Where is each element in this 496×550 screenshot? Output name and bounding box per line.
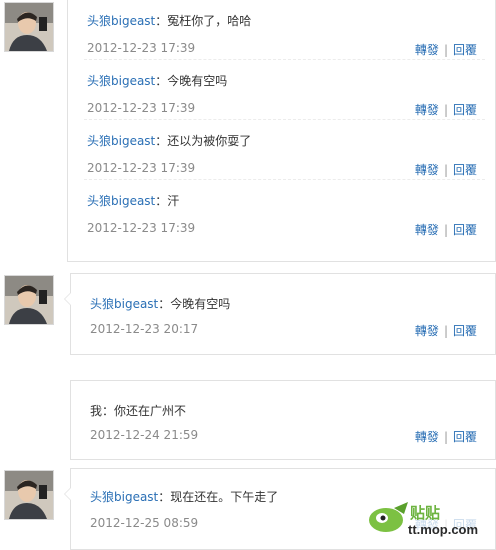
separator: | [443,324,448,338]
separator: | [443,43,448,57]
username-link[interactable]: 头狼bigeast [87,14,155,28]
message-meta: 2012-12-23 17:39 轉發 | 回覆 [87,41,483,57]
self-name: 我 [90,404,103,418]
reply-link[interactable]: 回覆 [453,43,477,57]
message-text: 汗 [167,194,180,208]
message-meta: 2012-12-23 20:17 轉發 | 回覆 [90,322,483,338]
forward-link[interactable]: 轉發 [415,43,439,57]
message-meta: 2012-12-23 17:39 轉發 | 回覆 [87,221,483,237]
avatar[interactable] [4,2,54,52]
watermark-logo-icon: 贴贴 tt.mop.com [369,502,478,537]
colon: ： [155,134,168,148]
timestamp: 2012-12-23 17:39 [87,101,196,115]
reply-link[interactable]: 回覆 [453,103,477,117]
message-entry: 头狼bigeast：今晚有空吗 2012-12-23 17:39 轉發 | 回覆 [68,60,495,120]
separator: | [443,430,448,444]
message-line: 我：你还在广州不 [90,402,186,419]
username-link[interactable]: 头狼bigeast [87,74,155,88]
message-actions: 轉發 | 回覆 [415,221,477,238]
conversation-card: 头狼bigeast：今晚有空吗 2012-12-23 20:17 轉發 | 回覆 [64,273,496,355]
user-photo-icon [5,471,53,519]
separator: | [443,103,448,117]
message-line: 头狼bigeast：冤枉你了，哈哈 [87,12,251,29]
message-text: 还以为被你耍了 [167,134,252,148]
message-line: 头狼bigeast：汗 [87,192,179,209]
reply-link[interactable]: 回覆 [453,223,477,237]
message-text: 今晚有空吗 [167,74,228,88]
colon: ： [158,297,171,311]
forward-link[interactable]: 轉發 [415,103,439,117]
forward-link[interactable]: 轉發 [415,163,439,177]
user-photo-icon [5,276,53,324]
separator: | [443,163,448,177]
message-actions: 轉發 | 回覆 [415,101,477,118]
message-meta: 2012-12-23 17:39 轉發 | 回覆 [87,161,483,177]
timestamp: 2012-12-25 08:59 [90,516,199,530]
message-entry: 我：你还在广州不 2012-12-24 21:59 轉發 | 回覆 [71,381,495,444]
svg-text:tt.mop.com: tt.mop.com [408,522,478,537]
message-line: 头狼bigeast：今晚有空吗 [87,72,227,89]
message-entry: 头狼bigeast：还以为被你耍了 2012-12-23 17:39 轉發 | 回覆 [68,120,495,180]
message-actions: 轉發 | 回覆 [415,322,477,339]
forward-link[interactable]: 轉發 [415,324,439,338]
colon: ： [102,404,115,418]
timestamp: 2012-12-23 20:17 [90,322,199,336]
colon: ： [155,74,168,88]
username-link[interactable]: 头狼bigeast [87,194,155,208]
colon: ： [155,14,168,28]
message-line: 头狼bigeast：现在还在。下午走了 [90,488,278,505]
reply-link[interactable]: 回覆 [453,163,477,177]
avatar[interactable] [4,470,54,520]
message-text: 你还在广州不 [114,404,187,418]
user-photo-icon [5,3,53,51]
avatar[interactable] [4,275,54,325]
message-entry: 头狼bigeast：汗 2012-12-23 17:39 轉發 | 回覆 [68,180,495,240]
conversation-card: 我：你还在广州不 2012-12-24 21:59 轉發 | 回覆 [70,380,496,460]
timestamp: 2012-12-23 17:39 [87,41,196,55]
message-line: 头狼bigeast：还以为被你耍了 [87,132,251,149]
timestamp: 2012-12-24 21:59 [90,428,199,442]
username-link[interactable]: 头狼bigeast [90,490,158,504]
message-text: 今晚有空吗 [170,297,231,311]
reply-link[interactable]: 回覆 [453,430,477,444]
site-watermark: 贴贴 tt.mop.com [364,498,490,540]
message-actions: 轉發 | 回覆 [415,161,477,178]
username-link[interactable]: 头狼bigeast [90,297,158,311]
colon: ： [155,194,168,208]
message-actions: 轉發 | 回覆 [415,428,477,445]
separator: | [443,223,448,237]
timestamp: 2012-12-23 17:39 [87,221,196,235]
svg-text:贴贴: 贴贴 [410,504,440,522]
message-actions: 轉發 | 回覆 [415,41,477,58]
message-text: 现在还在。下午走了 [170,490,279,504]
message-entry: 头狼bigeast：今晚有空吗 2012-12-23 20:17 轉發 | 回覆 [71,274,495,338]
message-entry: 头狼bigeast：冤枉你了，哈哈 2012-12-23 17:39 轉發 | 回覆 [68,0,495,60]
username-link[interactable]: 头狼bigeast [87,134,155,148]
message-text: 冤枉你了，哈哈 [167,14,252,28]
message-meta: 2012-12-23 17:39 轉發 | 回覆 [87,101,483,117]
reply-link[interactable]: 回覆 [453,324,477,338]
conversation-card: 头狼bigeast：冤枉你了，哈哈 2012-12-23 17:39 轉發 | 回覆… [67,0,496,262]
forward-link[interactable]: 轉發 [415,430,439,444]
message-line: 头狼bigeast：今晚有空吗 [90,295,230,312]
colon: ： [158,490,171,504]
timestamp: 2012-12-23 17:39 [87,161,196,175]
message-meta: 2012-12-24 21:59 轉發 | 回覆 [90,428,483,444]
forward-link[interactable]: 轉發 [415,223,439,237]
